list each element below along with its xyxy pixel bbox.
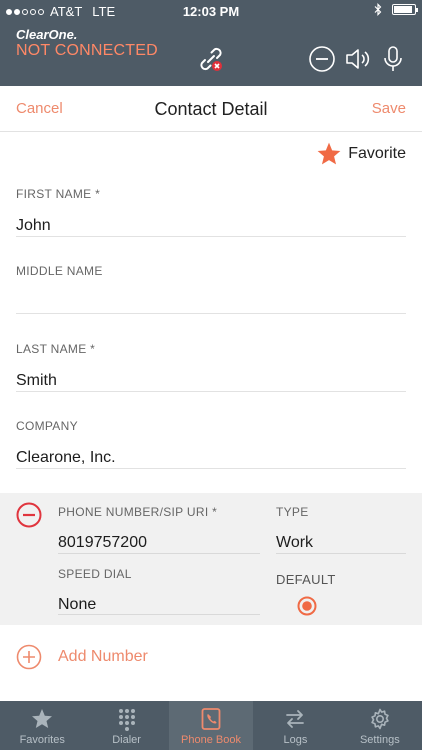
status-time: 12:03 PM <box>182 4 240 19</box>
middle-name-input[interactable] <box>16 294 406 314</box>
tab-label: Dialer <box>112 734 141 746</box>
phone-number-input[interactable]: 8019757200 <box>58 534 260 554</box>
clearone-logo: ClearOne. <box>16 27 78 42</box>
tab-label: Phone Book <box>181 734 241 746</box>
company-input[interactable]: Clearone, Inc. <box>16 449 406 469</box>
gear-icon <box>371 708 389 730</box>
first-name-label: FIRST NAME * <box>16 187 101 201</box>
nav-bar: Cancel Contact Detail Save <box>0 86 422 132</box>
save-button[interactable]: Save <box>372 100 406 117</box>
last-name-input[interactable]: Smith <box>16 372 406 392</box>
middle-name-label: MIDDLE NAME <box>16 264 103 278</box>
company-label: COMPANY <box>16 419 78 433</box>
tab-label: Favorites <box>19 734 65 746</box>
tab-dialer[interactable]: Dialer <box>84 701 168 750</box>
star-icon <box>32 709 53 728</box>
plus-circle-icon <box>16 644 42 670</box>
page-title: Contact Detail <box>154 99 268 119</box>
add-number-button[interactable]: Add Number <box>16 644 148 670</box>
last-name-label: LAST NAME * <box>16 342 96 356</box>
speed-dial-field[interactable]: SPEED DIAL None <box>58 567 260 615</box>
broken-link-icon[interactable] <box>196 44 226 74</box>
first-name-field[interactable]: FIRST NAME * John <box>16 187 406 237</box>
microphone-icon[interactable] <box>378 44 408 74</box>
arrows-icon <box>286 710 305 728</box>
tab-logs[interactable]: Logs <box>253 701 337 750</box>
default-label: DEFAULT <box>276 572 336 587</box>
phone-type-field[interactable]: TYPE Work <box>276 505 406 554</box>
connection-status: NOT CONNECTED <box>16 42 158 59</box>
phone-number-label: PHONE NUMBER/SIP URI * <box>58 505 218 519</box>
phonebook-icon <box>201 708 221 730</box>
app-header: AT&T LTE 12:03 PM ClearOne. NOT CONNECTE… <box>0 0 422 86</box>
remove-number-icon[interactable] <box>16 502 42 528</box>
star-icon <box>317 142 341 165</box>
keypad-icon <box>118 709 135 731</box>
company-field[interactable]: COMPANY Clearone, Inc. <box>16 419 406 469</box>
phone-type-select[interactable]: Work <box>276 534 406 554</box>
favorite-label: Favorite <box>348 145 406 162</box>
phone-type-label: TYPE <box>276 505 309 519</box>
status-bar: AT&T LTE 12:03 PM <box>0 0 422 22</box>
bluetooth-icon <box>374 3 382 16</box>
phone-number-section: PHONE NUMBER/SIP URI * 8019757200 TYPE W… <box>0 493 422 625</box>
phone-number-field[interactable]: PHONE NUMBER/SIP URI * 8019757200 <box>58 505 260 554</box>
middle-name-field[interactable]: MIDDLE NAME <box>16 264 406 314</box>
status-right <box>374 3 418 16</box>
tab-label: Settings <box>359 734 400 746</box>
last-name-field[interactable]: LAST NAME * Smith <box>16 342 406 392</box>
minus-circle-icon[interactable] <box>307 44 337 74</box>
add-number-label: Add Number <box>58 648 148 665</box>
tab-settings[interactable]: Settings <box>338 701 422 750</box>
tab-favorites[interactable]: Favorites <box>0 701 84 750</box>
favorite-toggle[interactable]: Favorite <box>316 140 406 168</box>
first-name-input[interactable]: John <box>16 217 406 237</box>
speed-dial-label: SPEED DIAL <box>58 567 132 581</box>
speaker-icon[interactable] <box>343 44 373 74</box>
battery-icon <box>392 4 418 15</box>
speed-dial-select[interactable]: None <box>58 596 260 616</box>
tab-phone-book[interactable]: Phone Book <box>168 701 254 750</box>
tab-label: Logs <box>283 734 308 746</box>
tab-bar: Favorites Dialer Phone Book Logs Setting… <box>0 701 422 750</box>
default-radio-icon[interactable] <box>297 596 317 616</box>
